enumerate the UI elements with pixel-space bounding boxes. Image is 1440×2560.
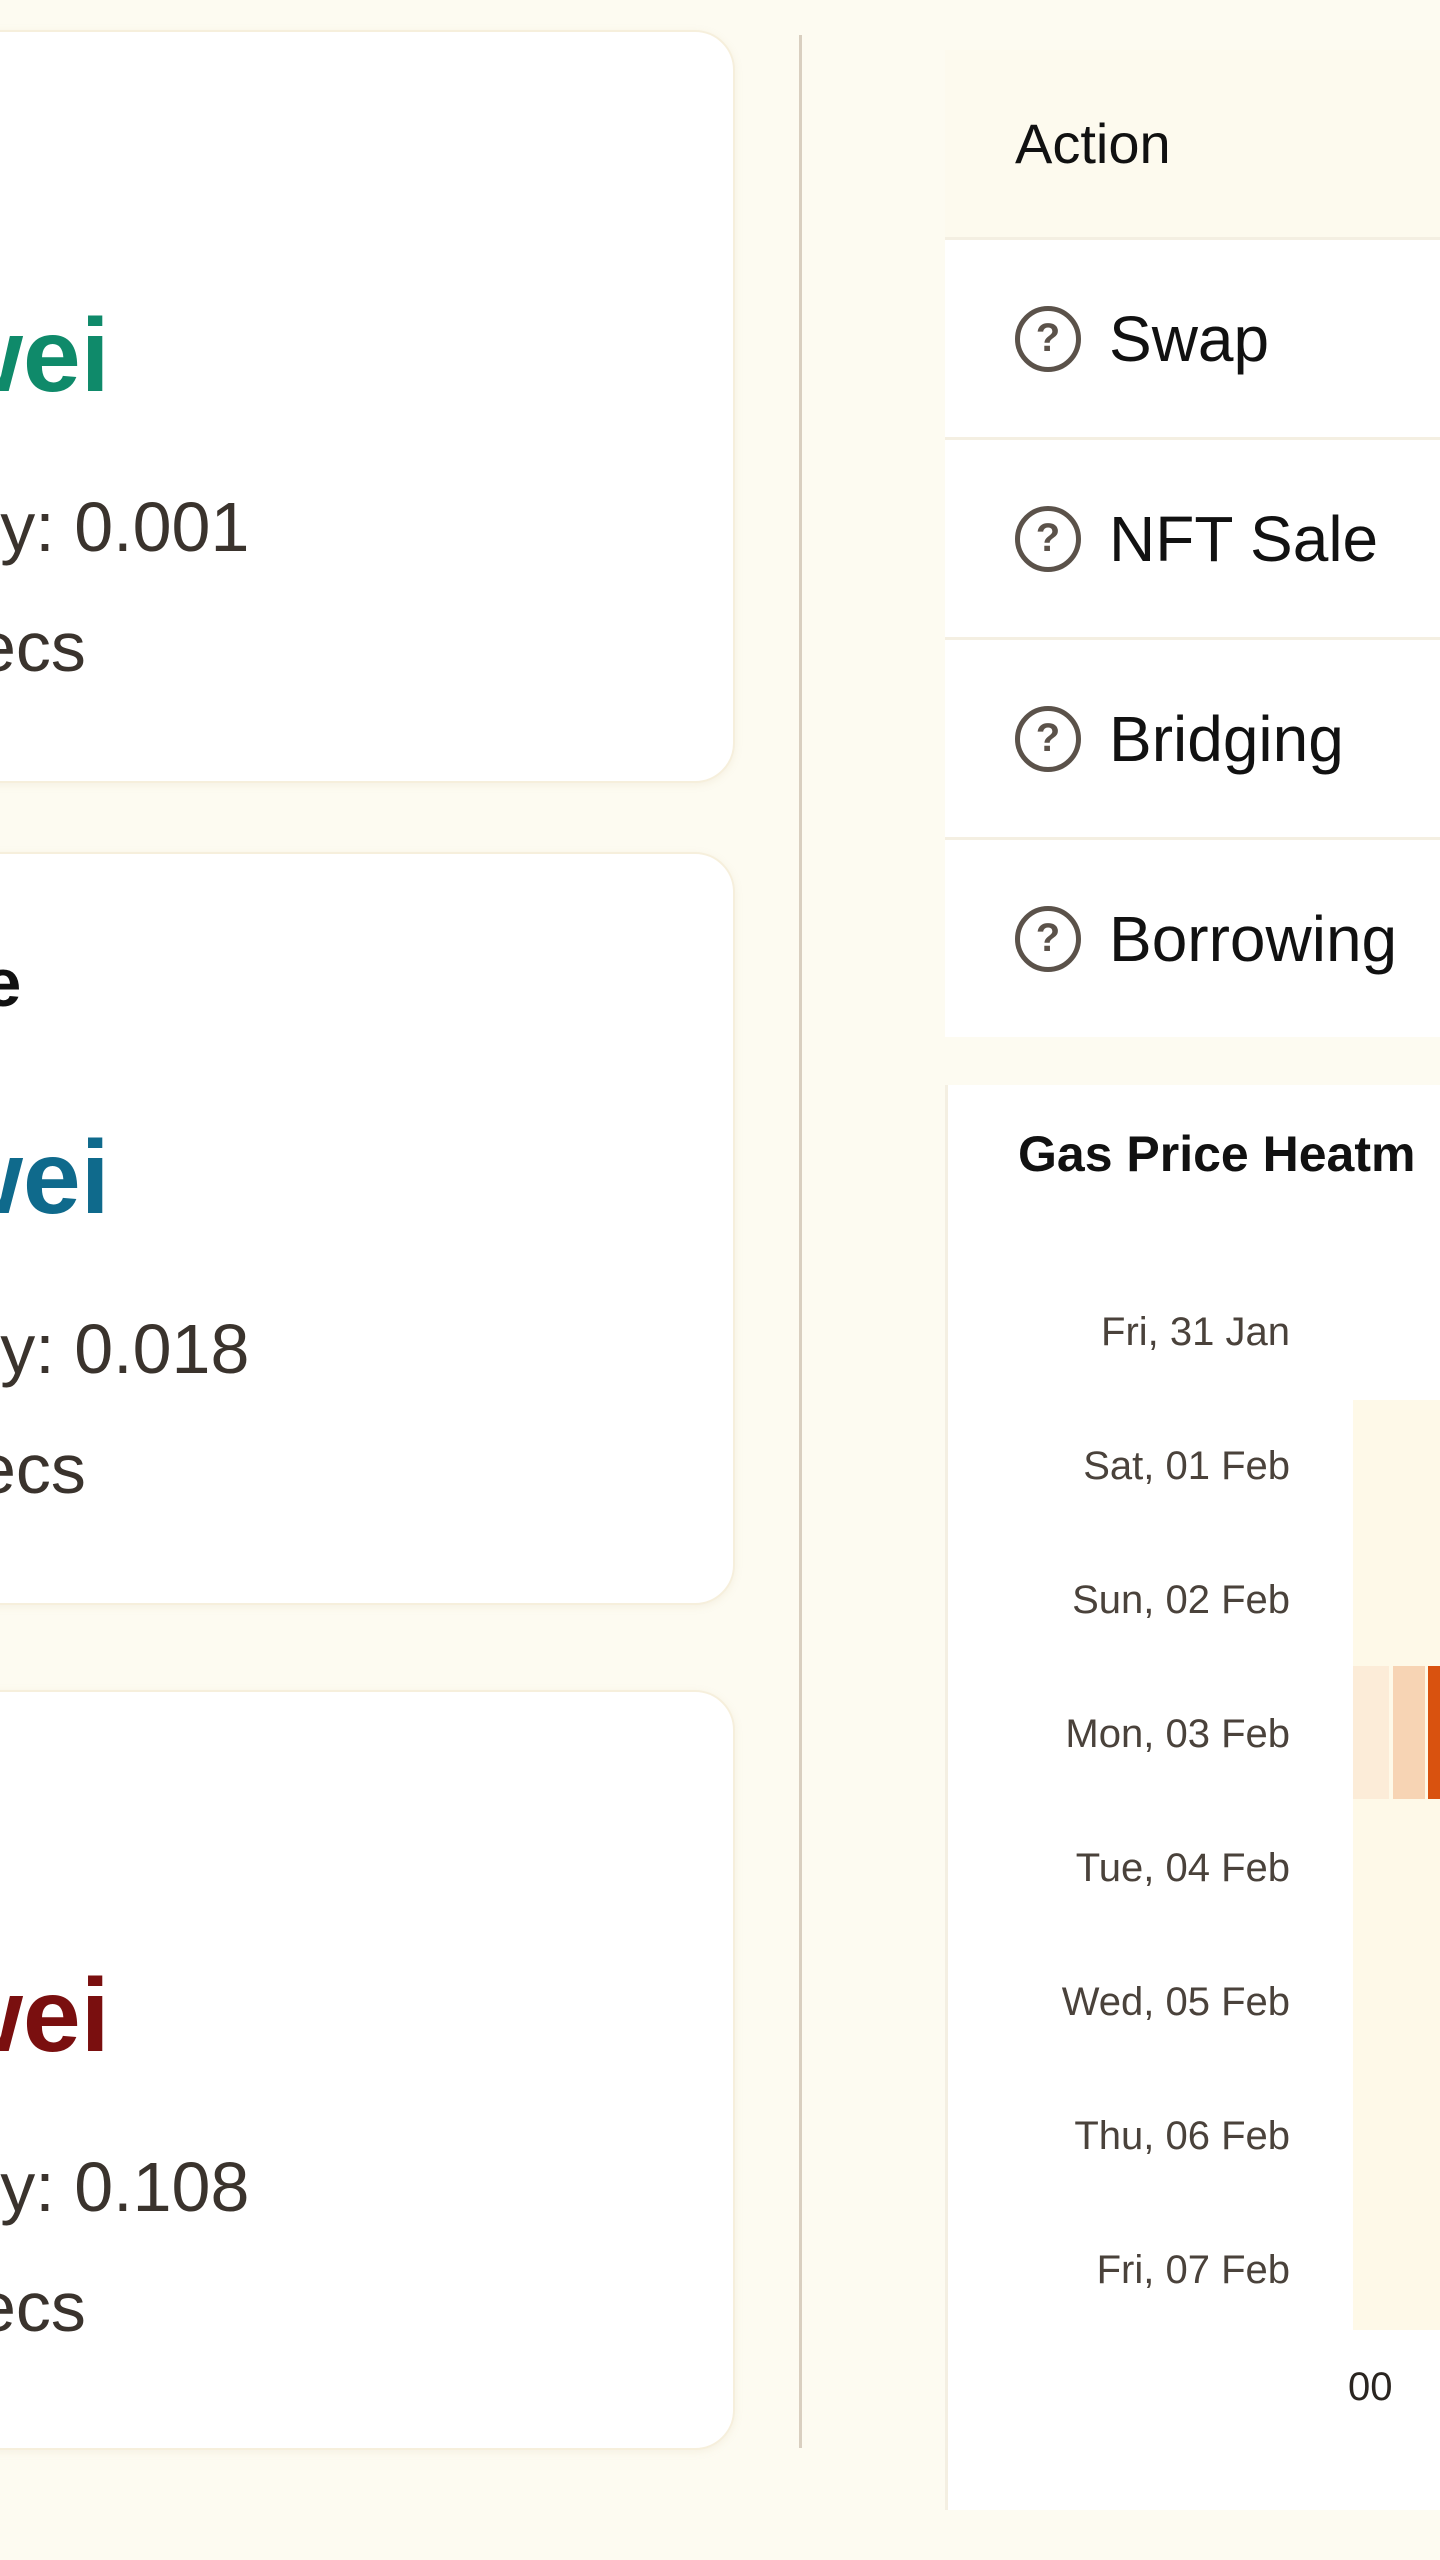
table-row[interactable]: ? Swap bbox=[945, 237, 1440, 437]
help-circle-icon[interactable]: ? bbox=[1015, 905, 1081, 972]
action-label: Borrowing bbox=[1109, 902, 1398, 975]
y-tick-label: Wed, 05 Feb bbox=[1061, 1980, 1290, 2024]
gas-tier-card: ge wei rity: 0.018 secs bbox=[0, 852, 735, 1605]
help-circle-icon[interactable]: ? bbox=[1015, 705, 1081, 772]
y-tick-label: Mon, 03 Feb bbox=[1065, 1712, 1290, 1756]
help-circle-icon[interactable]: ? bbox=[1015, 305, 1081, 372]
heatmap-title: Gas Price Heatm bbox=[1018, 1126, 1416, 1182]
heatmap-cell[interactable] bbox=[1353, 1666, 1389, 1799]
action-label: Bridging bbox=[1109, 702, 1344, 775]
table-row[interactable]: ? Bridging bbox=[945, 637, 1440, 837]
y-tick-label: Tue, 04 Feb bbox=[1075, 1846, 1290, 1890]
column-divider bbox=[799, 35, 802, 2448]
action-table: Action ? Swap? NFT Sale? Bridging? Borrowing bbox=[945, 50, 1440, 1037]
y-tick-label: Sat, 01 Feb bbox=[1083, 1444, 1290, 1488]
gas-tier-card: nweirity: 0.108secs bbox=[0, 1690, 735, 2450]
heatmap-cell[interactable] bbox=[1428, 1666, 1440, 1799]
card-title: ge bbox=[0, 945, 22, 1021]
priority-fee: rity: 0.001 bbox=[0, 488, 250, 566]
gas-tier-card: yweirity: 0.001secs bbox=[0, 30, 735, 783]
help-circle-icon[interactable]: ? bbox=[1015, 505, 1081, 572]
table-row[interactable]: ? Borrowing bbox=[945, 837, 1440, 1037]
gas-price-value: wei bbox=[0, 1958, 110, 2074]
y-tick-label: Fri, 31 Jan bbox=[1101, 1310, 1290, 1354]
action-label: Swap bbox=[1109, 302, 1270, 375]
y-tick-label: Thu, 06 Feb bbox=[1074, 2114, 1290, 2158]
table-row[interactable]: ? NFT Sale bbox=[945, 437, 1440, 637]
priority-fee: rity: 0.018 bbox=[0, 1310, 250, 1388]
confirmation-time: secs bbox=[0, 608, 86, 686]
gas-price-value: wei bbox=[0, 1120, 110, 1236]
table-header-action: Action bbox=[945, 50, 1440, 237]
action-label: NFT Sale bbox=[1109, 502, 1379, 575]
confirmation-time: secs bbox=[0, 1430, 86, 1508]
x-tick-label: 00 bbox=[1348, 2365, 1393, 2409]
confirmation-time: secs bbox=[0, 2268, 86, 2346]
y-tick-label: Fri, 07 Feb bbox=[1096, 2248, 1290, 2292]
priority-fee: rity: 0.108 bbox=[0, 2148, 250, 2226]
heatmap-cell[interactable] bbox=[1393, 1666, 1425, 1799]
gas-price-heatmap-card: Gas Price Heatm Fri, 31 Jan Sat, 01 Feb Su… bbox=[945, 1085, 1440, 2510]
heatmap-grid bbox=[1353, 1400, 1440, 2330]
y-tick-label: Sun, 02 Feb bbox=[1072, 1578, 1290, 1622]
gas-price-value: wei bbox=[0, 298, 110, 414]
